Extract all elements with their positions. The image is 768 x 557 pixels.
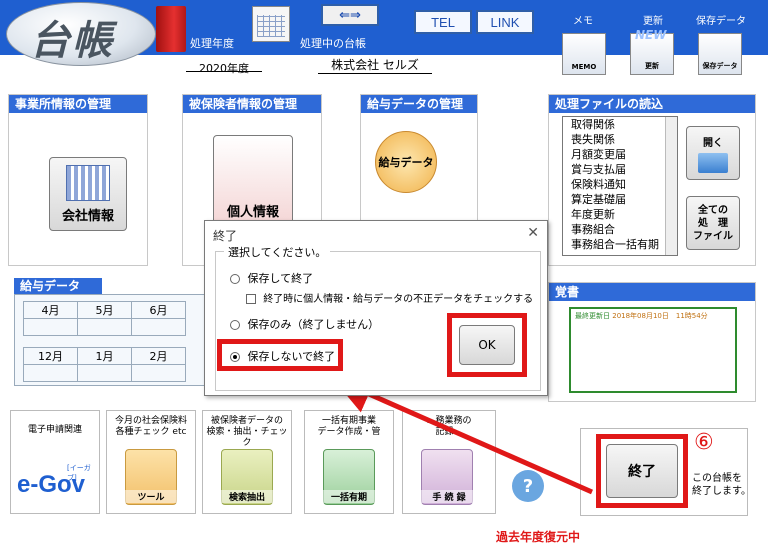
option-check-data[interactable]: 終了時に個人情報・給与データの不正データをチェックする [246, 290, 533, 305]
radio-icon[interactable] [230, 320, 240, 330]
option-save-and-exit-label: 保存して終了 [247, 272, 314, 285]
radio-icon[interactable] [230, 274, 240, 284]
option-save-only-label: 保存のみ（終了しません） [247, 318, 380, 331]
dialog-close-icon[interactable]: ✕ [527, 225, 539, 241]
checkbox-icon[interactable] [246, 294, 256, 304]
exit-dialog: 終了 ✕ 選択してください。 保存して終了 終了時に個人情報・給与データの不正デ… [204, 220, 548, 396]
ok-button[interactable]: OK [459, 325, 515, 365]
arrow-from-exit [332, 375, 594, 495]
option-check-data-label: 終了時に個人情報・給与データの不正データをチェックする [263, 294, 534, 305]
option-save-and-exit[interactable]: 保存して終了 [230, 270, 313, 286]
dialog-legend: 選択してください。 [224, 244, 331, 260]
option-highlight [217, 339, 343, 371]
dialog-title: 終了 [213, 229, 238, 243]
option-save-only[interactable]: 保存のみ（終了しません） [230, 316, 379, 332]
